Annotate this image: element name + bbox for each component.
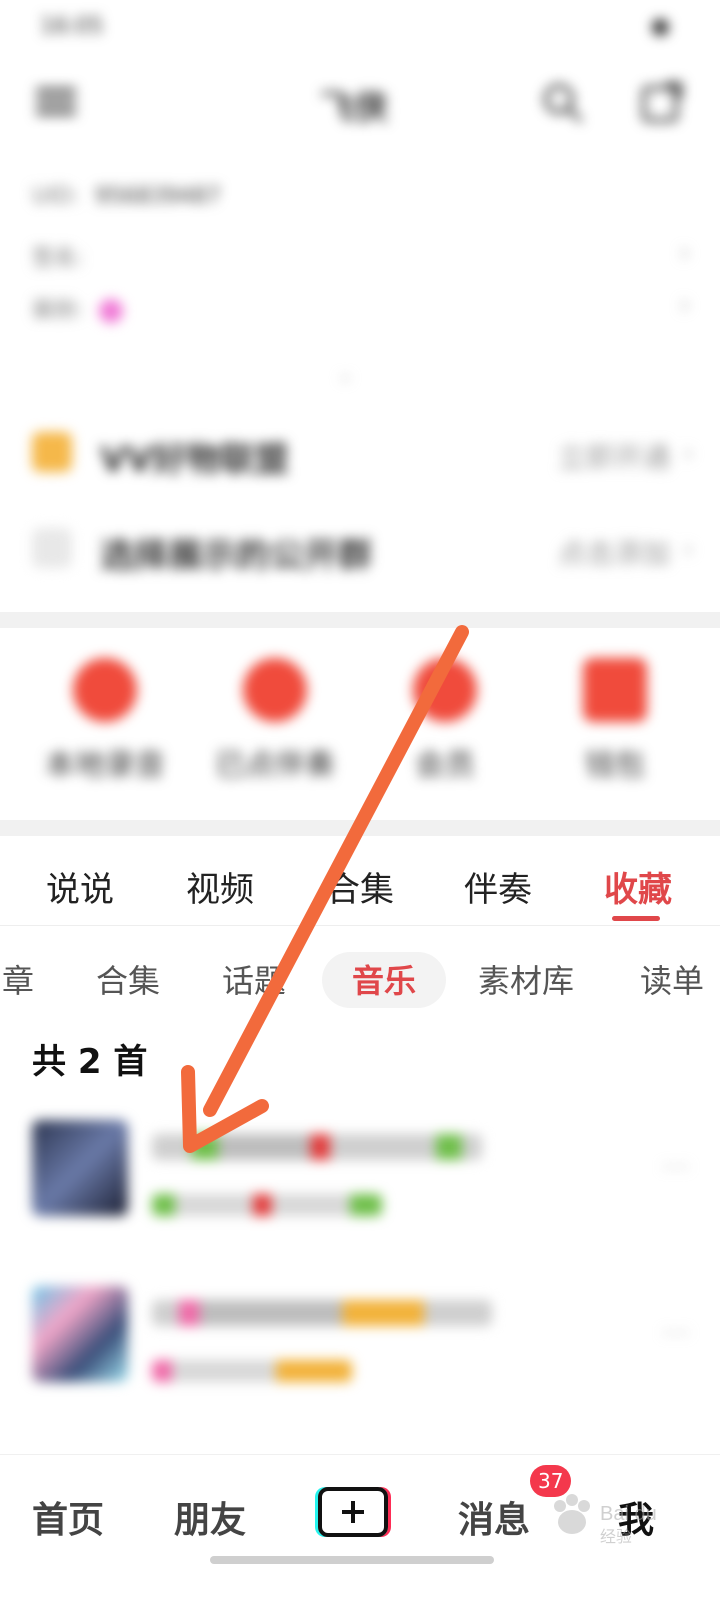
quick-actions: 本地录音 已点伴奏 会员 钱包 <box>0 640 720 820</box>
vip-alliance-label: VV好物联盟 <box>100 440 289 480</box>
watermark-logo: Bai du 经验 <box>540 1488 690 1548</box>
create-button[interactable] <box>318 1487 388 1537</box>
divider <box>0 612 720 628</box>
home-indicator <box>210 1556 494 1564</box>
album-cover <box>32 1120 128 1216</box>
chevron-right-icon: › <box>679 238 690 268</box>
check-icon <box>243 658 307 722</box>
vip-alliance-row[interactable]: VV好物联盟 立即开通 › <box>0 410 720 500</box>
nav-messages[interactable]: 消息 <box>458 1491 530 1543</box>
more-icon[interactable]: ··· <box>661 1150 690 1185</box>
chevron-right-icon: › <box>682 436 694 469</box>
status-time: 16:05 <box>40 14 104 39</box>
svg-text:Bai du: Bai du <box>600 1503 657 1525</box>
public-group-action: 点击添加 <box>557 537 670 570</box>
header: 飞侠 <box>0 60 720 150</box>
main-tabs: 说说 视频 合集 伴奏 收藏 <box>0 840 720 926</box>
tab-accompaniment[interactable]: 伴奏 <box>464 862 532 911</box>
sub-tab-music[interactable]: 音乐 <box>352 956 416 1002</box>
sub-tab-collections[interactable]: 合集 <box>96 956 160 1002</box>
quick-action-ordered-accompaniment[interactable]: 已点伴奏 <box>200 640 350 820</box>
menu-icon[interactable] <box>36 82 76 122</box>
record-icon <box>73 658 137 722</box>
battery-icon: ● <box>650 14 670 39</box>
sub-tab-articles[interactable]: 章 <box>2 956 34 1002</box>
sub-tab-topics[interactable]: 话题 <box>222 956 286 1002</box>
page-title: 飞侠 <box>320 88 388 128</box>
nav-home[interactable]: 首页 <box>32 1491 104 1543</box>
sub-tab-reading-list[interactable]: 读单 <box>640 956 704 1002</box>
decoration-row[interactable]: 装扮: <box>32 292 124 324</box>
chevron-down-icon[interactable]: ⌄ <box>336 362 354 387</box>
tab-favorites[interactable]: 收藏 <box>604 862 672 911</box>
quick-action-wallet[interactable]: 钱包 <box>540 640 690 820</box>
sub-tabs: 章 合集 话题 音乐 素材库 读单 <box>0 940 720 1020</box>
tab-videos[interactable]: 视频 <box>186 862 254 911</box>
chevron-right-icon: › <box>679 290 690 320</box>
music-count: 共 2 首 <box>32 1042 148 1082</box>
tab-posts[interactable]: 说说 <box>46 862 114 911</box>
signature-row[interactable]: 签名: <box>32 240 99 272</box>
more-icon[interactable]: ··· <box>661 1316 690 1351</box>
album-cover <box>32 1286 128 1382</box>
chevron-right-icon: › <box>682 532 694 565</box>
uid-row: UID: 956839487 <box>32 184 221 209</box>
wallet-icon <box>583 658 647 722</box>
list-item[interactable]: ··· <box>0 1286 720 1436</box>
public-group-label: 选择展示的公开群 <box>100 536 372 576</box>
tab-indicator <box>612 916 660 921</box>
status-bar: 16:05 ● <box>0 0 720 60</box>
heart-icon <box>413 658 477 722</box>
profile-info: UID: 956839487 签名: › 装扮: › ⌄ <box>0 140 720 400</box>
public-group-row[interactable]: 选择展示的公开群 点击添加 › <box>0 506 720 596</box>
vip-alliance-action: 立即开通 <box>557 441 670 474</box>
sub-tab-material-library[interactable]: 素材库 <box>478 956 574 1002</box>
quick-action-vip[interactable]: 会员 <box>370 640 520 820</box>
svg-text:经验: 经验 <box>600 1527 632 1546</box>
tab-collections[interactable]: 合集 <box>326 862 394 911</box>
divider <box>0 820 720 836</box>
quick-action-local-recording[interactable]: 本地录音 <box>30 640 180 820</box>
group-icon <box>32 528 72 568</box>
nav-friends[interactable]: 朋友 <box>174 1491 246 1543</box>
search-icon[interactable] <box>540 80 584 124</box>
info-row <box>32 144 48 169</box>
crown-icon <box>32 432 72 472</box>
share-icon[interactable] <box>640 80 684 124</box>
list-item[interactable]: ··· <box>0 1120 720 1270</box>
